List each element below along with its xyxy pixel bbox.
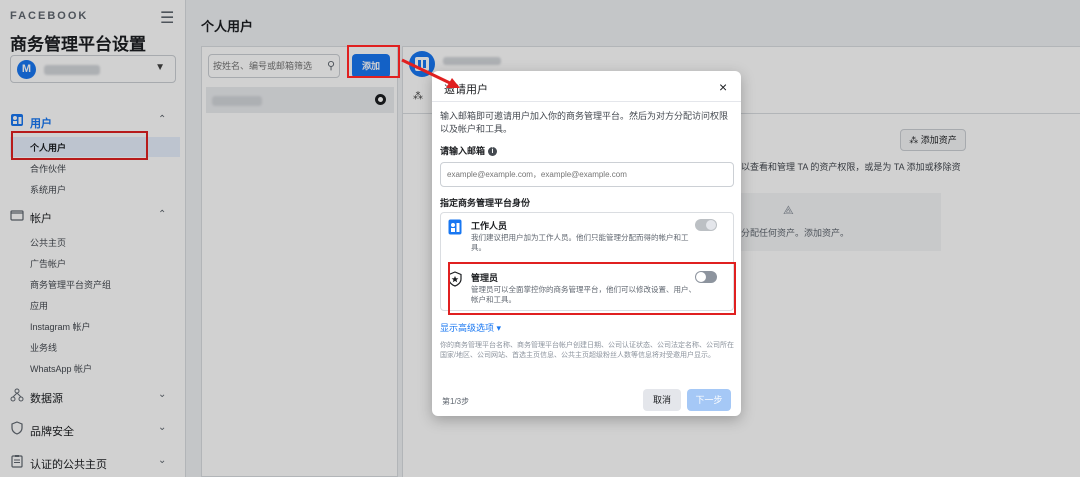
info-icon[interactable]: i [488,147,498,157]
role-label: 指定商务管理平台身份 [440,198,531,208]
dialog-description: 输入邮箱即可邀请用户加入你的商务管理平台。然后为对方分配访问权限以及帐户和工具。 [440,111,729,134]
disclaimer-text: 你的商务管理平台名称、商务管理平台帐户创建日期、公司认证状态、公司法定名称、公司… [440,342,734,359]
email-label-text: 请输入邮箱 [440,146,486,156]
role-option-employee[interactable]: 工作人员 我们建议把用户加为工作人员。他们只能管理分配而得的帐户和工具。 [441,213,733,259]
cancel-button[interactable]: 取消 [643,389,681,411]
invite-user-dialog: 邀请用户 × 输入邮箱即可邀请用户加入你的商务管理平台。然后为对方分配访问权限以… [432,71,741,416]
employee-icon [448,219,462,235]
highlight-add-button [347,45,400,78]
divider [432,101,741,102]
close-icon[interactable]: × [719,80,727,94]
step-indicator: 第1/3步 [442,397,470,406]
highlight-admin-role [448,262,736,315]
next-button[interactable]: 下一步 [687,389,731,411]
show-advanced-options-link[interactable]: 显示高级选项 ▾ [440,321,501,334]
dialog-title: 邀请用户 [444,84,488,96]
role-description: 我们建议把用户加为工作人员。他们只能管理分配而得的帐户和工具。 [471,233,689,252]
employee-toggle[interactable] [695,219,717,231]
toggle-knob [706,220,716,230]
email-label: 请输入邮箱 i [440,144,498,157]
role-name: 工作人员 [471,221,508,231]
email-field[interactable] [440,162,734,187]
